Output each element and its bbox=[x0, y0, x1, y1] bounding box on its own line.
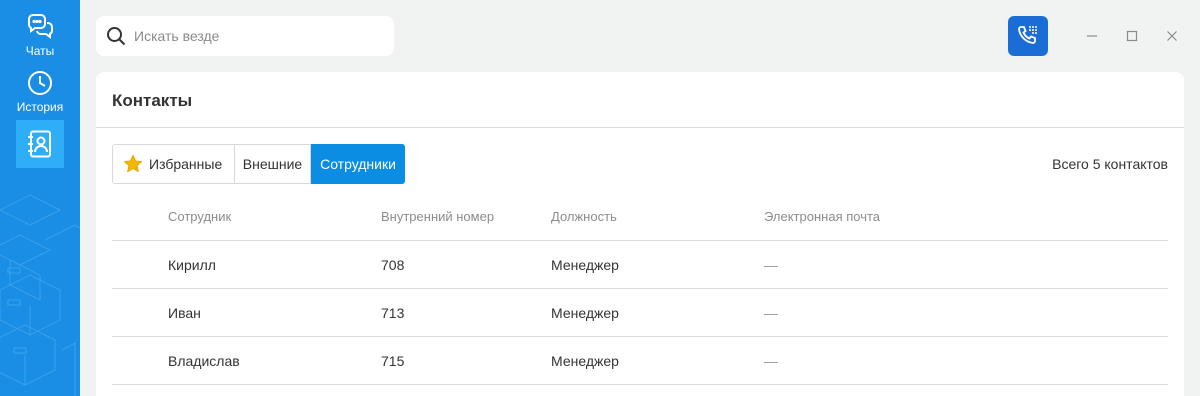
page-title: Контакты bbox=[112, 91, 193, 110]
title-divider bbox=[96, 127, 1184, 128]
table-row[interactable]: Владислав 715 Менеджер — bbox=[112, 337, 1168, 385]
sidebar-item-label: Чаты bbox=[25, 44, 55, 58]
cell-email: — bbox=[764, 353, 778, 369]
cell-email: — bbox=[764, 305, 778, 321]
dialer-button[interactable] bbox=[1008, 16, 1048, 56]
column-header-position[interactable]: Должность bbox=[551, 209, 617, 224]
sidebar-item-history[interactable]: История bbox=[0, 68, 80, 114]
search-input[interactable] bbox=[134, 28, 374, 44]
sidebar-item-label: История bbox=[16, 100, 64, 114]
phone-dialpad-icon bbox=[1016, 24, 1040, 48]
table-header: Сотрудник Внутренний номер Должность Эле… bbox=[112, 200, 1168, 241]
tab-label: Внешние bbox=[242, 156, 303, 172]
contacts-panel: Контакты Избранные Внешние Сотрудники Вс… bbox=[96, 72, 1184, 396]
cell-email: — bbox=[764, 257, 778, 273]
cell-name: Владислав bbox=[168, 353, 240, 369]
clock-icon bbox=[25, 68, 55, 98]
tab-external[interactable]: Внешние bbox=[235, 144, 311, 184]
cell-extension: 715 bbox=[381, 353, 405, 369]
cell-name: Иван bbox=[168, 305, 201, 321]
table-row[interactable]: Иван 713 Менеджер — bbox=[112, 289, 1168, 337]
search-icon bbox=[106, 26, 126, 46]
sidebar-item-chats[interactable]: Чаты bbox=[0, 12, 80, 58]
sidebar-item-contacts[interactable] bbox=[16, 120, 64, 168]
tab-employees[interactable]: Сотрудники bbox=[311, 144, 405, 184]
star-icon bbox=[123, 154, 143, 174]
contacts-book-icon bbox=[25, 129, 55, 159]
column-header-employee[interactable]: Сотрудник bbox=[168, 209, 231, 224]
sidebar-pattern bbox=[0, 194, 80, 396]
tab-favorites[interactable]: Избранные bbox=[112, 144, 235, 184]
contacts-tabs: Избранные Внешние Сотрудники bbox=[112, 144, 405, 184]
tab-label: Избранные bbox=[149, 156, 223, 172]
column-header-extension[interactable]: Внутренний номер bbox=[381, 209, 494, 224]
chat-bubbles-icon bbox=[25, 12, 55, 42]
cell-position: Менеджер bbox=[551, 257, 619, 273]
close-icon bbox=[1167, 31, 1177, 41]
cell-name: Кирилл bbox=[168, 257, 216, 273]
sidebar: Чаты История bbox=[0, 0, 80, 396]
cell-position: Менеджер bbox=[551, 305, 619, 321]
cell-position: Менеджер bbox=[551, 353, 619, 369]
column-header-email[interactable]: Электронная почта bbox=[764, 209, 880, 224]
search-bar[interactable] bbox=[96, 16, 394, 56]
close-button[interactable] bbox=[1162, 26, 1182, 46]
table-row[interactable]: Кирилл 708 Менеджер — bbox=[112, 241, 1168, 289]
cell-extension: 708 bbox=[381, 257, 405, 273]
maximize-icon bbox=[1126, 30, 1138, 42]
minimize-icon bbox=[1087, 35, 1097, 37]
cell-extension: 713 bbox=[381, 305, 405, 321]
contacts-count: Всего 5 контактов bbox=[1052, 156, 1168, 172]
minimize-button[interactable] bbox=[1082, 26, 1102, 46]
tab-label: Сотрудники bbox=[320, 156, 396, 172]
maximize-button[interactable] bbox=[1122, 26, 1142, 46]
